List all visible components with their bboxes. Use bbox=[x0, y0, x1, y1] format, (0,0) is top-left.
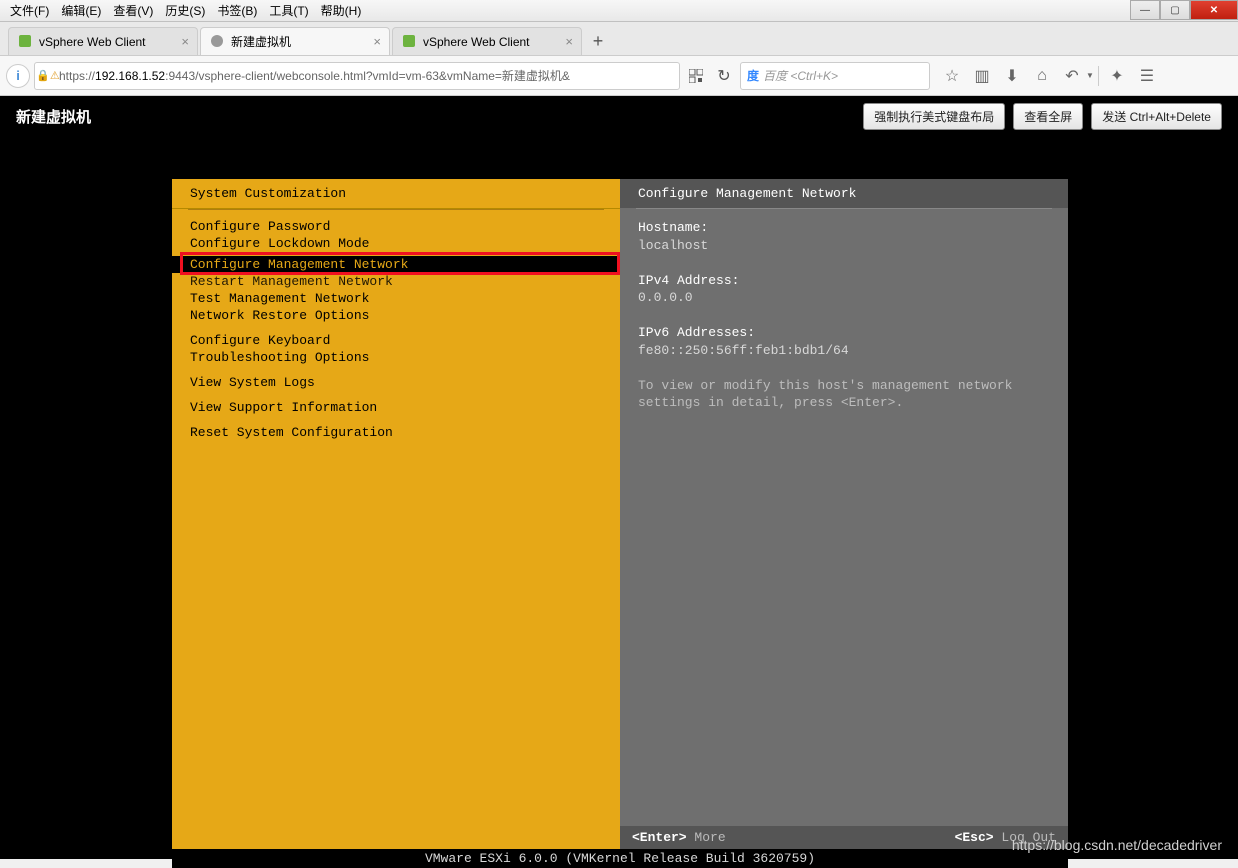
new-tab-button[interactable]: + bbox=[584, 27, 612, 55]
menu-view-support[interactable]: View Support Information bbox=[190, 399, 602, 416]
search-input[interactable]: 度 百度 <Ctrl+K> bbox=[740, 62, 930, 90]
menu-bookmark[interactable]: 书签(B) bbox=[211, 0, 263, 21]
menu-history[interactable]: 历史(S) bbox=[159, 0, 211, 21]
url-host: 192.168.1.52 bbox=[95, 69, 165, 83]
esxi-dcui[interactable]: System Customization Configure Password … bbox=[172, 179, 1068, 849]
console-header: 新建虚拟机 强制执行美式键盘布局 查看全屏 发送 Ctrl+Alt+Delete bbox=[0, 96, 1238, 136]
hostname-value: localhost bbox=[638, 237, 1050, 255]
bookmark-star-icon[interactable]: ☆ bbox=[938, 62, 966, 90]
ipv6-label: IPv6 Addresses: bbox=[638, 324, 1050, 342]
console-buttons: 强制执行美式键盘布局 查看全屏 发送 Ctrl+Alt+Delete bbox=[863, 103, 1222, 130]
menu-group-6: Reset System Configuration bbox=[172, 416, 620, 441]
extension-icon[interactable]: ✦ bbox=[1103, 62, 1131, 90]
menu-tools[interactable]: 工具(T) bbox=[263, 0, 314, 21]
dcui-right-title: Configure Management Network bbox=[620, 179, 1068, 208]
vm-console: 新建虚拟机 强制执行美式键盘布局 查看全屏 发送 Ctrl+Alt+Delete… bbox=[0, 96, 1238, 859]
menu-restart-mgmt-network[interactable]: Restart Management Network bbox=[190, 273, 602, 290]
reload-button[interactable]: ↻ bbox=[712, 64, 736, 88]
tab-label: vSphere Web Client bbox=[423, 35, 530, 49]
close-icon[interactable]: × bbox=[181, 34, 189, 49]
url-field[interactable]: 🔒⚠ https:// 192.168.1.52 :9443/vsphere-c… bbox=[34, 62, 680, 90]
dcui-left-title: System Customization bbox=[172, 179, 620, 209]
menu-edit[interactable]: 编辑(E) bbox=[55, 0, 107, 21]
generic-icon bbox=[211, 35, 225, 49]
dcui-details: Hostname: localhost IPv4 Address: 0.0.0.… bbox=[620, 209, 1068, 422]
toolbar-right: ☆ ▥ ⬇ ⌂ ↶ ▼ ✦ ☰ bbox=[938, 62, 1161, 90]
menu-configure-mgmt-network-selected[interactable]: Configure Management Network bbox=[172, 256, 620, 273]
tab-label: vSphere Web Client bbox=[39, 35, 146, 49]
separator bbox=[1098, 66, 1099, 86]
vsphere-icon bbox=[403, 35, 417, 49]
menu-configure-lockdown[interactable]: Configure Lockdown Mode bbox=[190, 235, 602, 252]
menu-test-mgmt-network[interactable]: Test Management Network bbox=[190, 290, 602, 307]
window-close-button[interactable]: ✕ bbox=[1190, 0, 1238, 20]
menu-troubleshooting[interactable]: Troubleshooting Options bbox=[190, 349, 602, 366]
browser-menubar: 文件(F) 编辑(E) 查看(V) 历史(S) 书签(B) 工具(T) 帮助(H… bbox=[0, 0, 1238, 22]
lock-warning-icon: 🔒⚠ bbox=[41, 69, 55, 83]
close-icon[interactable]: × bbox=[373, 34, 381, 49]
home-icon[interactable]: ⌂ bbox=[1028, 62, 1056, 90]
dcui-right-panel: Configure Management Network Hostname: l… bbox=[620, 179, 1068, 849]
tab-vsphere-1[interactable]: vSphere Web Client × bbox=[8, 27, 198, 55]
dcui-footer: <Enter> More <Esc> Log Out bbox=[620, 826, 1068, 849]
qr-icon[interactable] bbox=[684, 64, 708, 88]
undo-icon[interactable]: ↶ bbox=[1058, 62, 1086, 90]
tab-vsphere-2[interactable]: vSphere Web Client × bbox=[392, 27, 582, 55]
dcui-left-panel: System Customization Configure Password … bbox=[172, 179, 620, 849]
ipv4-label: IPv4 Address: bbox=[638, 272, 1050, 290]
menu-file[interactable]: 文件(F) bbox=[4, 0, 55, 21]
menu-group-2: Configure Management Network Restart Man… bbox=[172, 256, 620, 324]
baidu-icon: 度 bbox=[747, 67, 759, 84]
menu-group-5: View Support Information bbox=[172, 391, 620, 416]
window-maximize-button[interactable]: ▢ bbox=[1160, 0, 1190, 20]
menu-configure-password[interactable]: Configure Password bbox=[190, 218, 602, 235]
footer-enter: <Enter> More bbox=[632, 830, 726, 845]
library-icon[interactable]: ▥ bbox=[968, 62, 996, 90]
page-info-button[interactable]: i bbox=[6, 64, 30, 88]
tab-strip: vSphere Web Client × 新建虚拟机 × vSphere Web… bbox=[0, 22, 1238, 56]
menu-group-4: View System Logs bbox=[172, 366, 620, 391]
url-toolbar: i 🔒⚠ https:// 192.168.1.52 :9443/vsphere… bbox=[0, 56, 1238, 96]
menu-view-logs[interactable]: View System Logs bbox=[190, 374, 602, 391]
hint-text: To view or modify this host's management… bbox=[638, 377, 1050, 412]
vsphere-icon bbox=[19, 35, 33, 49]
hamburger-menu-icon[interactable]: ☰ bbox=[1133, 62, 1161, 90]
window-controls: — ▢ ✕ bbox=[1130, 0, 1238, 20]
menu-group-1: Configure Password Configure Lockdown Mo… bbox=[172, 210, 620, 252]
tab-label: 新建虚拟机 bbox=[231, 33, 291, 50]
fullscreen-button[interactable]: 查看全屏 bbox=[1013, 103, 1083, 130]
send-ctrl-alt-del-button[interactable]: 发送 Ctrl+Alt+Delete bbox=[1091, 103, 1222, 130]
watermark: https://blog.csdn.net/decadedriver bbox=[1012, 837, 1222, 853]
force-us-keyboard-button[interactable]: 强制执行美式键盘布局 bbox=[863, 103, 1005, 130]
hostname-label: Hostname: bbox=[638, 219, 1050, 237]
close-icon[interactable]: × bbox=[565, 34, 573, 49]
console-title: 新建虚拟机 bbox=[16, 106, 91, 127]
menu-group-3: Configure Keyboard Troubleshooting Optio… bbox=[172, 324, 620, 366]
download-icon[interactable]: ⬇ bbox=[998, 62, 1026, 90]
url-path: :9443/vsphere-client/webconsole.html?vmI… bbox=[165, 67, 570, 84]
chevron-down-icon[interactable]: ▼ bbox=[1086, 71, 1094, 80]
menu-configure-keyboard[interactable]: Configure Keyboard bbox=[190, 332, 602, 349]
menu-reset-config[interactable]: Reset System Configuration bbox=[190, 424, 602, 441]
search-placeholder: 百度 <Ctrl+K> bbox=[763, 67, 838, 84]
window-minimize-button[interactable]: — bbox=[1130, 0, 1160, 20]
menu-help[interactable]: 帮助(H) bbox=[315, 0, 368, 21]
url-scheme: https:// bbox=[59, 69, 95, 83]
menu-view[interactable]: 查看(V) bbox=[107, 0, 159, 21]
tab-new-vm[interactable]: 新建虚拟机 × bbox=[200, 27, 390, 55]
ipv4-value: 0.0.0.0 bbox=[638, 289, 1050, 307]
ipv6-value: fe80::250:56ff:feb1:bdb1/64 bbox=[638, 342, 1050, 360]
menu-network-restore[interactable]: Network Restore Options bbox=[190, 307, 602, 324]
